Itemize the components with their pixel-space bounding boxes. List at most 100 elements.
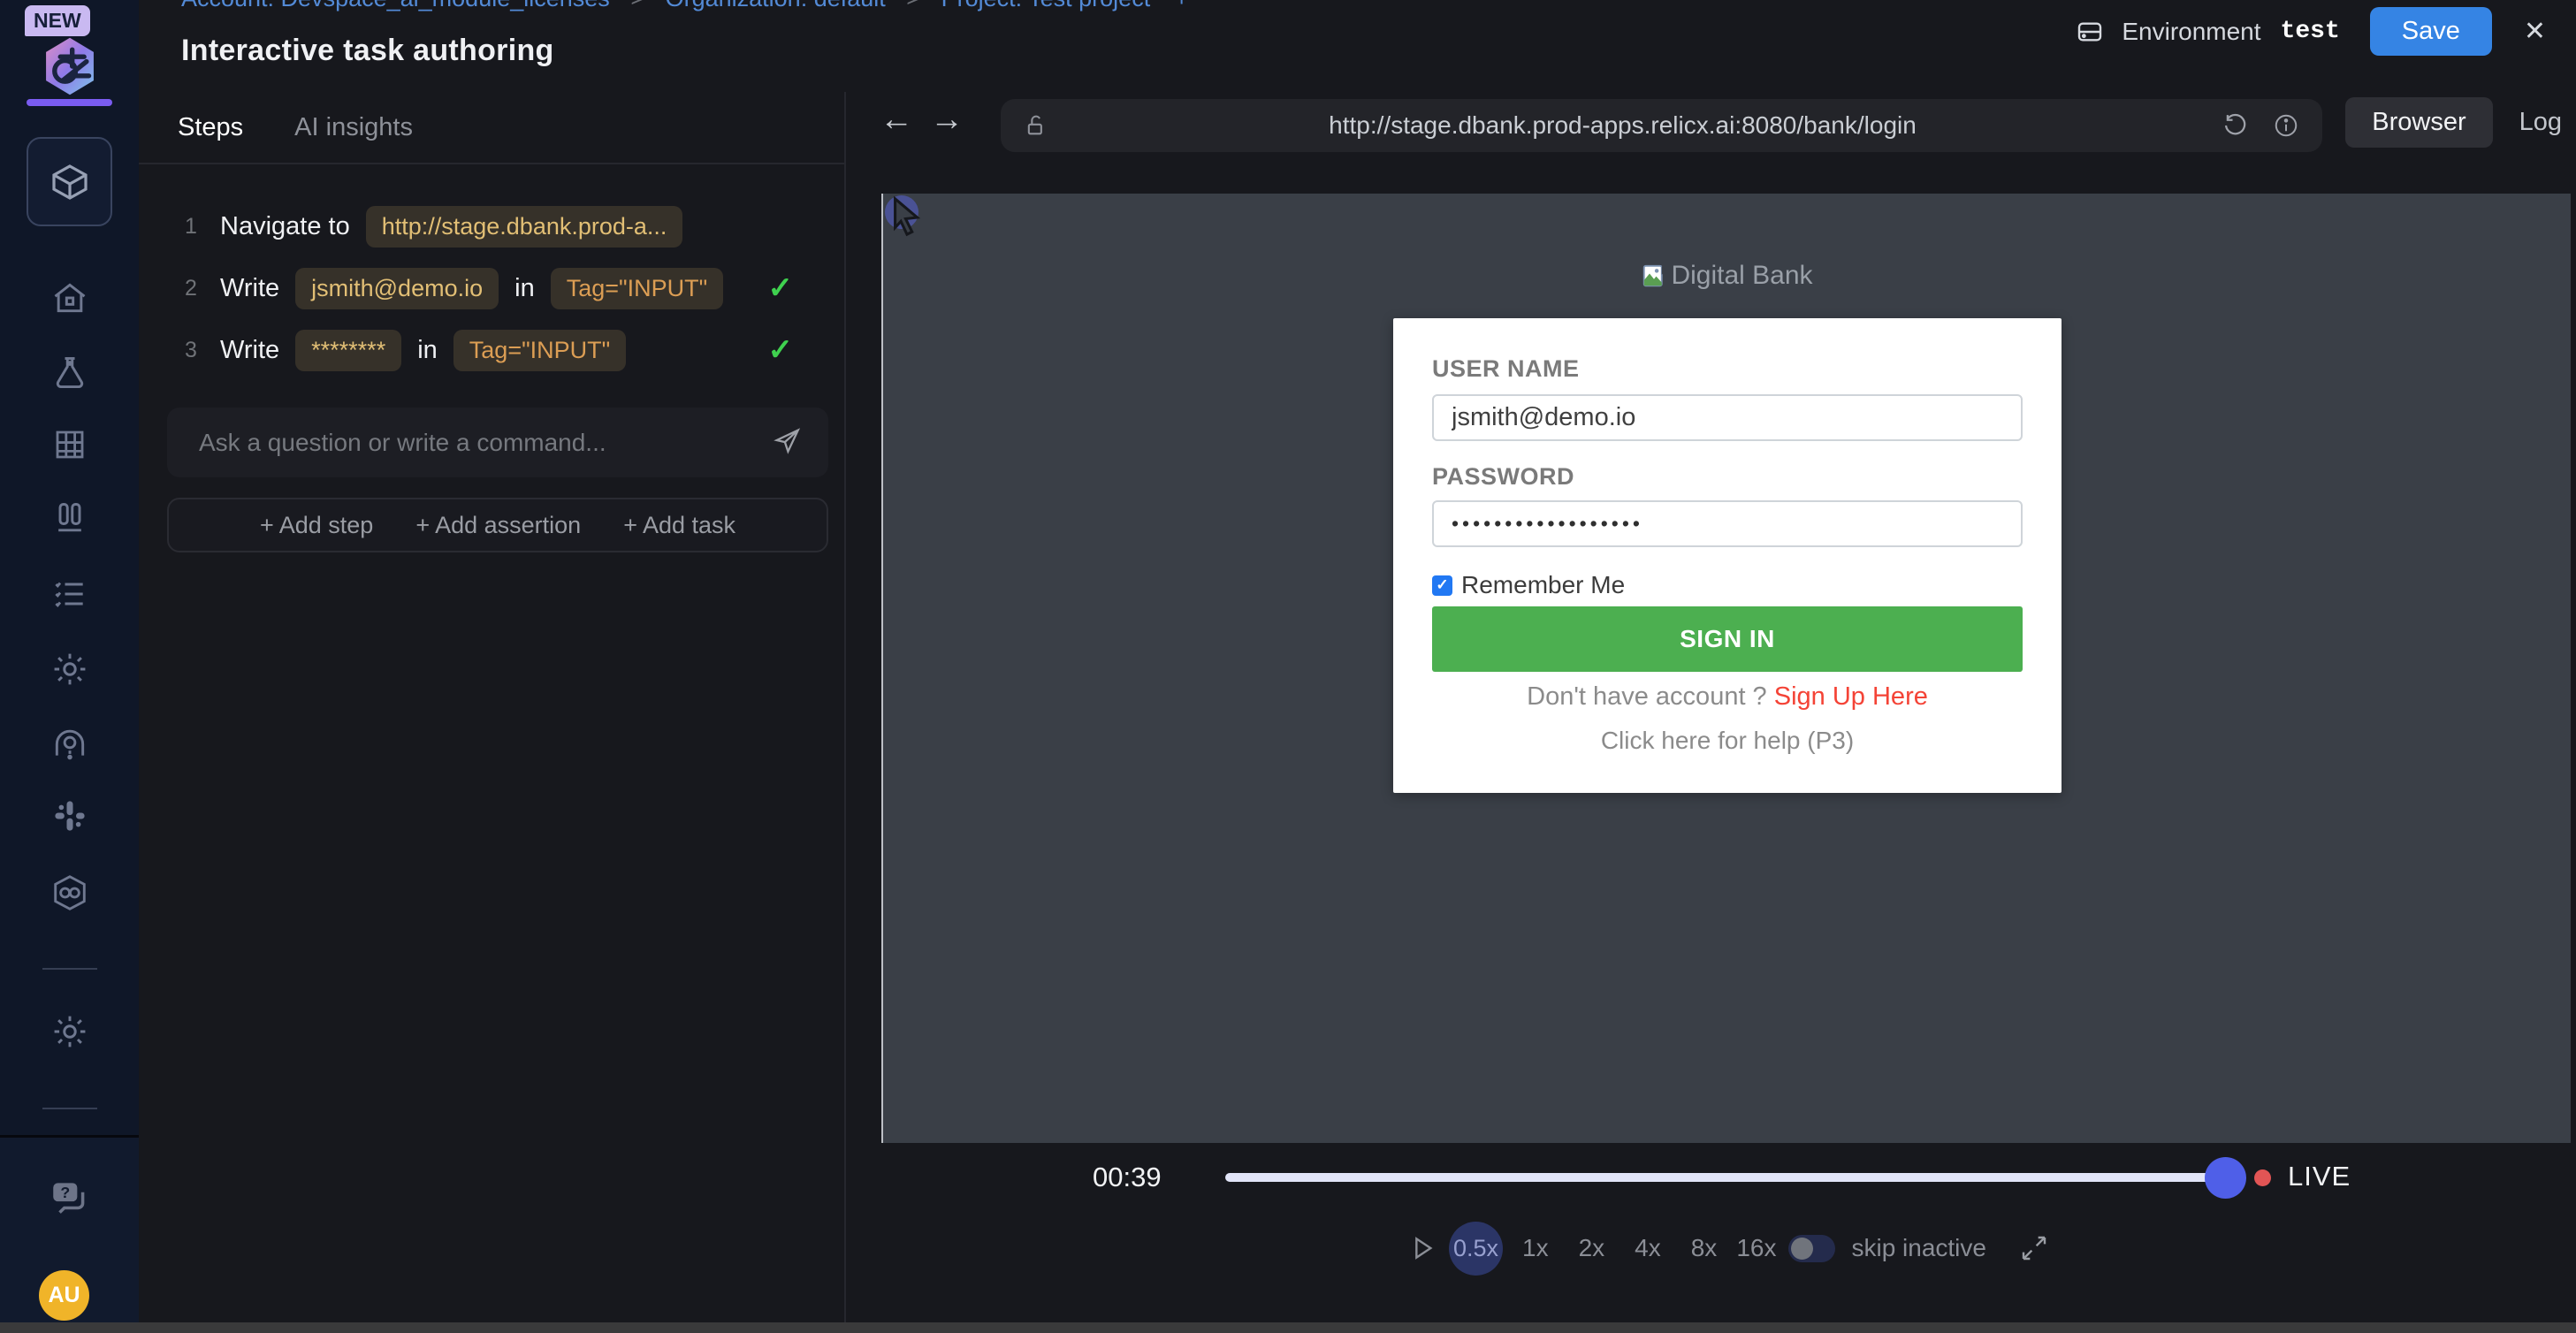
sidebar-item-automation[interactable]: [0, 872, 139, 913]
speed-option-1x[interactable]: 1x: [1522, 1234, 1549, 1262]
speed-option-2x[interactable]: 2x: [1579, 1234, 1605, 1262]
url-bar[interactable]: http://stage.dbank.prod-apps.relicx.ai:8…: [1001, 99, 2322, 152]
broken-image-icon: [1641, 263, 1667, 289]
breadcrumb: Account: Devspace_ai_module_licenses > O…: [181, 0, 1189, 12]
url-text[interactable]: http://stage.dbank.prod-apps.relicx.ai:8…: [1048, 111, 2197, 140]
grid-icon: [51, 426, 88, 463]
playback-controls: 0.5x 1x 2x 4x 8x 16x skip inactive: [1408, 1220, 2048, 1276]
sidebar-item-compare[interactable]: [0, 499, 139, 538]
infinity-hexagon-icon: [50, 872, 90, 913]
step-row-3[interactable]: 3 Write ******** in Tag="INPUT" ✓: [185, 325, 844, 375]
login-card: USER NAME PASSWORD •••••••••••••••••• ✓ …: [1393, 318, 2062, 793]
breadcrumb-separator: >: [906, 0, 920, 11]
remember-me-label[interactable]: Remember Me: [1461, 571, 1625, 599]
cursor-arrow-icon: [887, 195, 927, 240]
breadcrumb-account[interactable]: Account: Devspace_ai_module_licenses: [181, 0, 610, 11]
step-success-check-icon: ✓: [768, 270, 794, 306]
svg-text:?: ?: [60, 1184, 70, 1201]
tab-log-view[interactable]: Log: [2519, 108, 2562, 137]
live-dot-icon: [2254, 1169, 2271, 1186]
remote-cursor: [885, 195, 938, 248]
page-title: Interactive task authoring: [181, 34, 554, 68]
speed-option-4x[interactable]: 4x: [1635, 1234, 1661, 1262]
fullscreen-expand-icon[interactable]: [2020, 1234, 2048, 1262]
speed-option-16x[interactable]: 16x: [1736, 1234, 1776, 1262]
skip-inactive-label: skip inactive: [1851, 1234, 1986, 1262]
sidebar-item-lab[interactable]: [0, 354, 139, 392]
username-field[interactable]: [1432, 394, 2023, 441]
environment-icon: [2076, 18, 2104, 46]
reload-icon[interactable]: [2222, 112, 2248, 139]
app-logo[interactable]: [0, 35, 139, 97]
header-actions: Environment test Save ✕: [2076, 7, 2546, 56]
step-row-2[interactable]: 2 Write jsmith@demo.io in Tag="INPUT" ✓: [185, 263, 844, 313]
save-button[interactable]: Save: [2370, 7, 2492, 56]
help-chat-button[interactable]: ?: [0, 1176, 139, 1220]
sidebar-item-session-search[interactable]: [0, 723, 139, 762]
send-icon[interactable]: [772, 425, 802, 460]
step-selector-chip[interactable]: Tag="INPUT": [551, 268, 723, 309]
step-number: 3: [185, 338, 204, 363]
signup-link[interactable]: Sign Up Here: [1774, 682, 1928, 711]
add-step-button[interactable]: + Add step: [260, 512, 373, 539]
sidebar: NEW: [0, 0, 139, 1322]
tab-ai-insights[interactable]: AI insights: [294, 113, 413, 142]
bottom-strip: [0, 1322, 2576, 1333]
step-value-chip[interactable]: ********: [295, 330, 401, 371]
sidebar-item-builder-active[interactable]: [27, 137, 112, 226]
step-number: 1: [185, 214, 204, 240]
command-input-box: [167, 408, 828, 477]
step-value-chip[interactable]: jsmith@demo.io: [295, 268, 499, 309]
sidebar-item-admin-settings[interactable]: [0, 1012, 139, 1051]
password-label: PASSWORD: [1432, 463, 1574, 491]
sidebar-item-integrations-slack[interactable]: [0, 797, 139, 834]
remember-me-checkbox[interactable]: ✓: [1432, 575, 1452, 596]
play-button[interactable]: [1408, 1234, 1437, 1262]
close-icon[interactable]: ✕: [2524, 16, 2546, 47]
avatar[interactable]: AU: [39, 1270, 89, 1321]
step-row-1[interactable]: 1 Navigate to http://stage.dbank.prod-a.…: [185, 202, 844, 251]
add-assertion-button[interactable]: + Add assertion: [415, 512, 581, 539]
username-label: USER NAME: [1432, 355, 1580, 383]
step-selector-chip[interactable]: Tag="INPUT": [453, 330, 626, 371]
browser-viewport: Digital Bank USER NAME PASSWORD ••••••••…: [881, 194, 2571, 1143]
browser-back-button[interactable]: ←: [880, 101, 913, 139]
tab-steps[interactable]: Steps: [178, 113, 243, 142]
add-task-button[interactable]: + Add task: [623, 512, 735, 539]
sidebar-item-checklist[interactable]: [0, 575, 139, 613]
steps-panel: Steps AI insights 1 Navigate to http://s…: [139, 92, 846, 1322]
breadcrumb-add-button[interactable]: +: [1175, 0, 1189, 11]
timeline-handle[interactable]: [2205, 1157, 2246, 1199]
sidebar-item-home[interactable]: [0, 278, 139, 317]
insecure-lock-icon: [1024, 113, 1048, 138]
sign-in-button[interactable]: SIGN IN: [1432, 606, 2023, 672]
tab-browser-view[interactable]: Browser: [2345, 97, 2492, 148]
breadcrumb-project[interactable]: Project: Test project: [941, 0, 1151, 11]
view-mode-tabs: Browser Log: [2345, 97, 2567, 148]
step-number: 2: [185, 276, 204, 301]
browser-forward-button[interactable]: →: [930, 101, 964, 139]
environment-value[interactable]: test: [2281, 18, 2340, 45]
timeline-slider[interactable]: [1225, 1173, 2226, 1182]
home-icon: [50, 278, 89, 317]
global-header: Account: Devspace_ai_module_licenses > O…: [139, 0, 2576, 92]
help-link[interactable]: Click here for help (P3): [1393, 727, 2062, 755]
speed-option-8x[interactable]: 8x: [1691, 1234, 1718, 1262]
playback-time: 00:39: [1093, 1162, 1162, 1193]
checklist-icon: [50, 575, 89, 613]
sidebar-item-apps-grid[interactable]: [0, 426, 139, 463]
gear-icon: [50, 1012, 89, 1051]
environment-label[interactable]: Environment: [2122, 18, 2260, 46]
breadcrumb-organization[interactable]: Organization: default: [666, 0, 886, 11]
command-input[interactable]: [199, 429, 772, 457]
skip-inactive-toggle[interactable]: [1788, 1235, 1835, 1262]
slack-icon: [51, 797, 88, 834]
password-field[interactable]: ••••••••••••••••••: [1432, 500, 2023, 547]
info-icon[interactable]: [2273, 112, 2299, 139]
cube-icon: [49, 161, 91, 203]
bank-logo-alt-text: Digital Bank: [1671, 261, 1812, 291]
steps-list: 1 Navigate to http://stage.dbank.prod-a.…: [139, 164, 844, 375]
speed-option-0-5x[interactable]: 0.5x: [1449, 1222, 1503, 1276]
step-value-chip[interactable]: http://stage.dbank.prod-a...: [366, 206, 683, 248]
sidebar-item-settings[interactable]: [0, 650, 139, 689]
